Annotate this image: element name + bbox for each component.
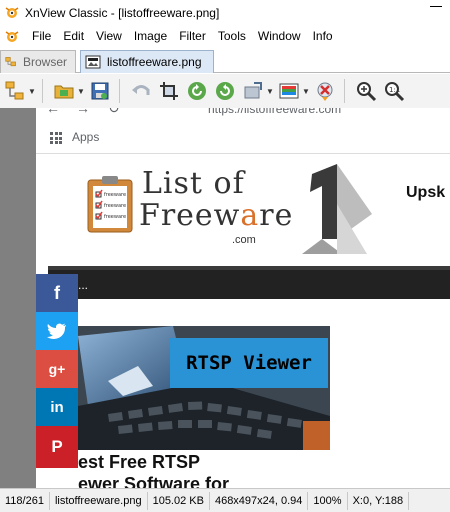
pinterest-share-icon: P: [36, 426, 78, 468]
status-coords: X:0, Y:188: [348, 491, 410, 510]
xnview-menu-icon[interactable]: [4, 29, 20, 45]
logo-part: Freew: [139, 198, 241, 233]
clipboard-item: freeware: [104, 214, 126, 220]
title-bar: XnView Classic - [listoffreeware.png]: [0, 0, 450, 26]
effects-button[interactable]: [312, 78, 338, 104]
tab-browser[interactable]: Browser: [0, 50, 76, 73]
browser-tree-icon: [5, 57, 16, 67]
apps-grid-icon: [50, 132, 62, 144]
menu-edit[interactable]: Edit: [57, 26, 90, 47]
svg-text:1:1: 1:1: [389, 86, 400, 94]
toolbar-separator: [119, 79, 120, 103]
tab-bar: Browser listoffreeware.png: [0, 47, 450, 73]
status-bar: 118/261 listoffreeware.png 105.02 KB 468…: [0, 488, 450, 512]
open-dropdown-arrow[interactable]: ▼: [77, 78, 85, 104]
status-filesize: 105.02 KB: [148, 491, 210, 510]
geometric-one-graphic: [302, 164, 372, 254]
open-button[interactable]: [51, 78, 77, 104]
resize-button[interactable]: [240, 78, 266, 104]
resize-dropdown-arrow[interactable]: ▼: [266, 78, 274, 104]
menu-file[interactable]: File: [26, 26, 57, 47]
status-filename: listoffreeware.png: [50, 491, 148, 510]
browser-button[interactable]: [2, 78, 28, 104]
twitter-bird-icon: [47, 323, 66, 339]
captured-bookmarks-bar: Apps: [36, 122, 450, 154]
toolbar-separator: [42, 79, 43, 103]
logo-line-1: List of: [142, 166, 245, 201]
toolbar-separator: [344, 79, 345, 103]
article-title-line: est Free RTSP: [78, 452, 201, 472]
colors-dropdown-arrow[interactable]: ▼: [302, 78, 310, 104]
twitter-share-icon: [36, 312, 78, 350]
article-title: est Free RTSP ewer Software for: [78, 451, 262, 488]
zoom-fit-button[interactable]: 1:1: [381, 78, 407, 104]
effects-icon: [317, 82, 333, 101]
captured-site-header: freeware freeware freeware List of Freew…: [36, 154, 450, 264]
clipboard-item: freeware: [104, 203, 126, 209]
xnview-window: XnView Classic - [listoffreeware.png] Fi…: [0, 0, 450, 512]
rotate-right-icon: [216, 82, 234, 100]
banner-text: RTSP Viewer: [186, 352, 312, 374]
article-title-line: ewer Software for: [78, 474, 230, 488]
back-arrow-icon: ←: [46, 108, 60, 116]
zoom-in-icon: [357, 82, 377, 102]
menu-tools[interactable]: Tools: [212, 26, 252, 47]
zoom-fit-icon: 1:1: [385, 82, 405, 102]
tab-browser-label: Browser: [22, 55, 67, 69]
status-zoom: 100%: [308, 491, 348, 510]
color-palette-icon: [279, 83, 299, 99]
googleplus-share-icon: g+: [36, 350, 78, 388]
window-title: XnView Classic - [listoffreeware.png]: [25, 6, 220, 20]
status-dimensions: 468x497x24, 0.94: [210, 491, 309, 510]
facebook-share-icon: f: [36, 274, 78, 312]
status-index: 118/261: [0, 491, 50, 510]
menu-filter[interactable]: Filter: [173, 26, 212, 47]
rotate-right-button[interactable]: [212, 78, 238, 104]
menu-bar: File Edit View Image Filter Tools Window…: [0, 26, 450, 47]
captured-nav-bar: o to...: [48, 266, 450, 299]
crop-button[interactable]: [156, 78, 182, 104]
rotate-left-button[interactable]: [184, 78, 210, 104]
logo-com: .com: [232, 234, 256, 246]
linkedin-share-icon: in: [36, 388, 78, 426]
menu-window[interactable]: Window: [252, 26, 307, 47]
logo-line-2: Freeware: [139, 198, 293, 233]
menu-info[interactable]: Info: [307, 26, 339, 47]
header-right-text: Upsk: [406, 184, 446, 201]
article-thumbnail: RTSP Viewer: [78, 326, 330, 450]
xnview-logo-icon: [5, 7, 19, 18]
minimize-button[interactable]: [430, 6, 442, 7]
clipboard-item: freeware: [104, 192, 126, 198]
captured-url: https://listoffreeware.com: [208, 108, 342, 116]
tab-listoffreeware[interactable]: listoffreeware.png: [80, 50, 214, 73]
adjust-colors-button[interactable]: [276, 78, 302, 104]
save-icon: [91, 82, 109, 100]
menu-view[interactable]: View: [90, 26, 128, 47]
save-button[interactable]: [87, 78, 113, 104]
undo-button[interactable]: [128, 78, 154, 104]
image-file-icon: [85, 55, 101, 69]
browser-icon: [5, 81, 24, 100]
reload-icon: ↻: [108, 108, 120, 116]
logo-accent-letter: a: [240, 198, 260, 233]
banner-box: RTSP Viewer: [170, 338, 328, 388]
undo-icon: [132, 85, 150, 95]
rotate-left-icon: [188, 82, 206, 100]
resize-icon: [244, 82, 262, 99]
forward-arrow-icon: →: [76, 108, 90, 116]
image-viewer[interactable]: ← → ↻ https://listoffreeware.com Apps fr…: [0, 108, 450, 488]
menu-image[interactable]: Image: [128, 26, 173, 47]
tab-listoffreeware-label: listoffreeware.png: [107, 55, 202, 69]
zoom-in-button[interactable]: [353, 78, 379, 104]
captured-browser-toolbar: ← → ↻ https://listoffreeware.com: [36, 108, 450, 122]
apps-label: Apps: [72, 130, 100, 144]
clipboard-checklist-icon: freeware freeware freeware: [87, 176, 133, 233]
open-folder-icon: [54, 85, 74, 99]
crop-icon: [160, 82, 178, 100]
browser-dropdown-arrow[interactable]: ▼: [28, 78, 36, 104]
toolbar: ▼ ▼ ▼ ▼ 1:1: [0, 74, 450, 108]
viewer-background: [0, 108, 36, 488]
